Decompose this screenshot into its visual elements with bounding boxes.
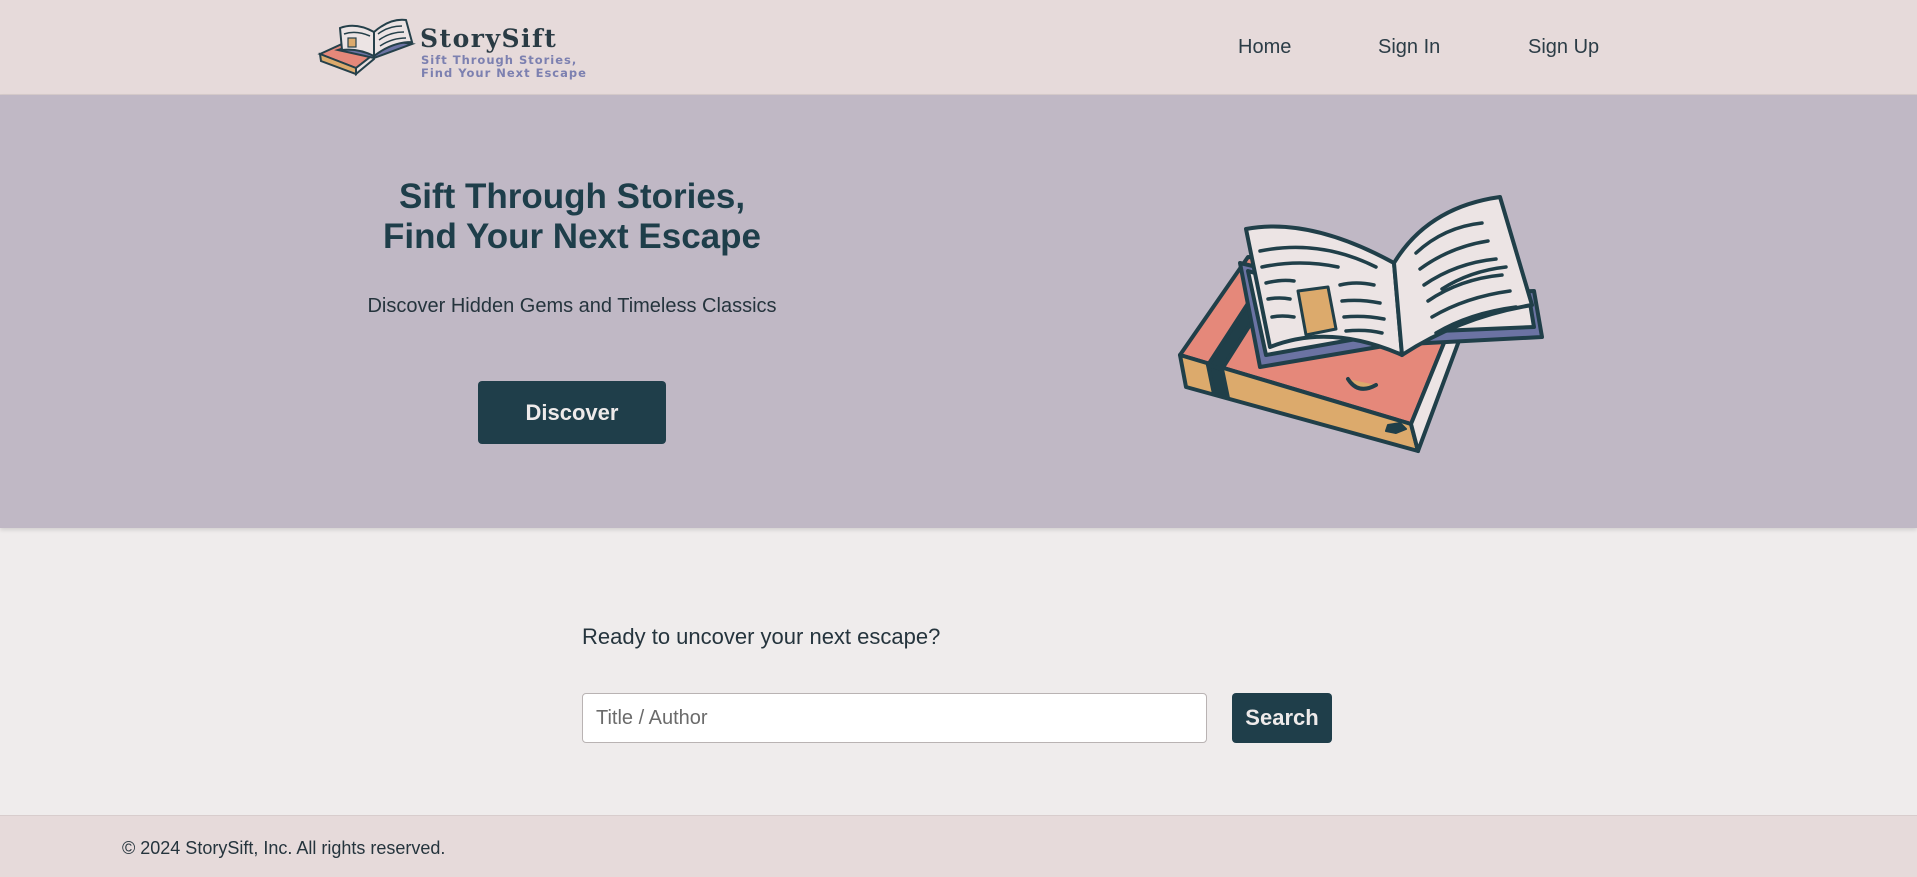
books-illustration-icon xyxy=(1178,195,1544,453)
hero-section: Sift Through Stories, Find Your Next Esc… xyxy=(0,95,1917,528)
search-prompt: Ready to uncover your next escape? xyxy=(582,624,941,649)
hero-title: Sift Through Stories, Find Your Next Esc… xyxy=(383,177,761,256)
brand-name: StorySift xyxy=(420,24,558,53)
nav-sign-in-link[interactable]: Sign In xyxy=(1378,36,1440,59)
nav-home-link[interactable]: Home xyxy=(1238,36,1291,59)
footer-copyright: © 2024 StorySift, Inc. All rights reserv… xyxy=(122,838,446,858)
site-footer: © 2024 StorySift, Inc. All rights reserv… xyxy=(0,815,1917,877)
site-header: StorySift Sift Through Stories, Find You… xyxy=(0,0,1917,95)
search-button[interactable]: Search xyxy=(1232,693,1332,743)
books-logo-icon xyxy=(317,18,416,77)
nav-sign-up-link[interactable]: Sign Up xyxy=(1528,36,1599,59)
brand-tagline: Sift Through Stories, Find Your Next Esc… xyxy=(421,53,587,80)
logo-link[interactable]: StorySift Sift Through Stories, Find You… xyxy=(316,14,596,80)
discover-button[interactable]: Discover xyxy=(478,381,666,444)
hero-subtitle: Discover Hidden Gems and Timeless Classi… xyxy=(367,295,777,317)
search-input[interactable] xyxy=(582,693,1207,743)
